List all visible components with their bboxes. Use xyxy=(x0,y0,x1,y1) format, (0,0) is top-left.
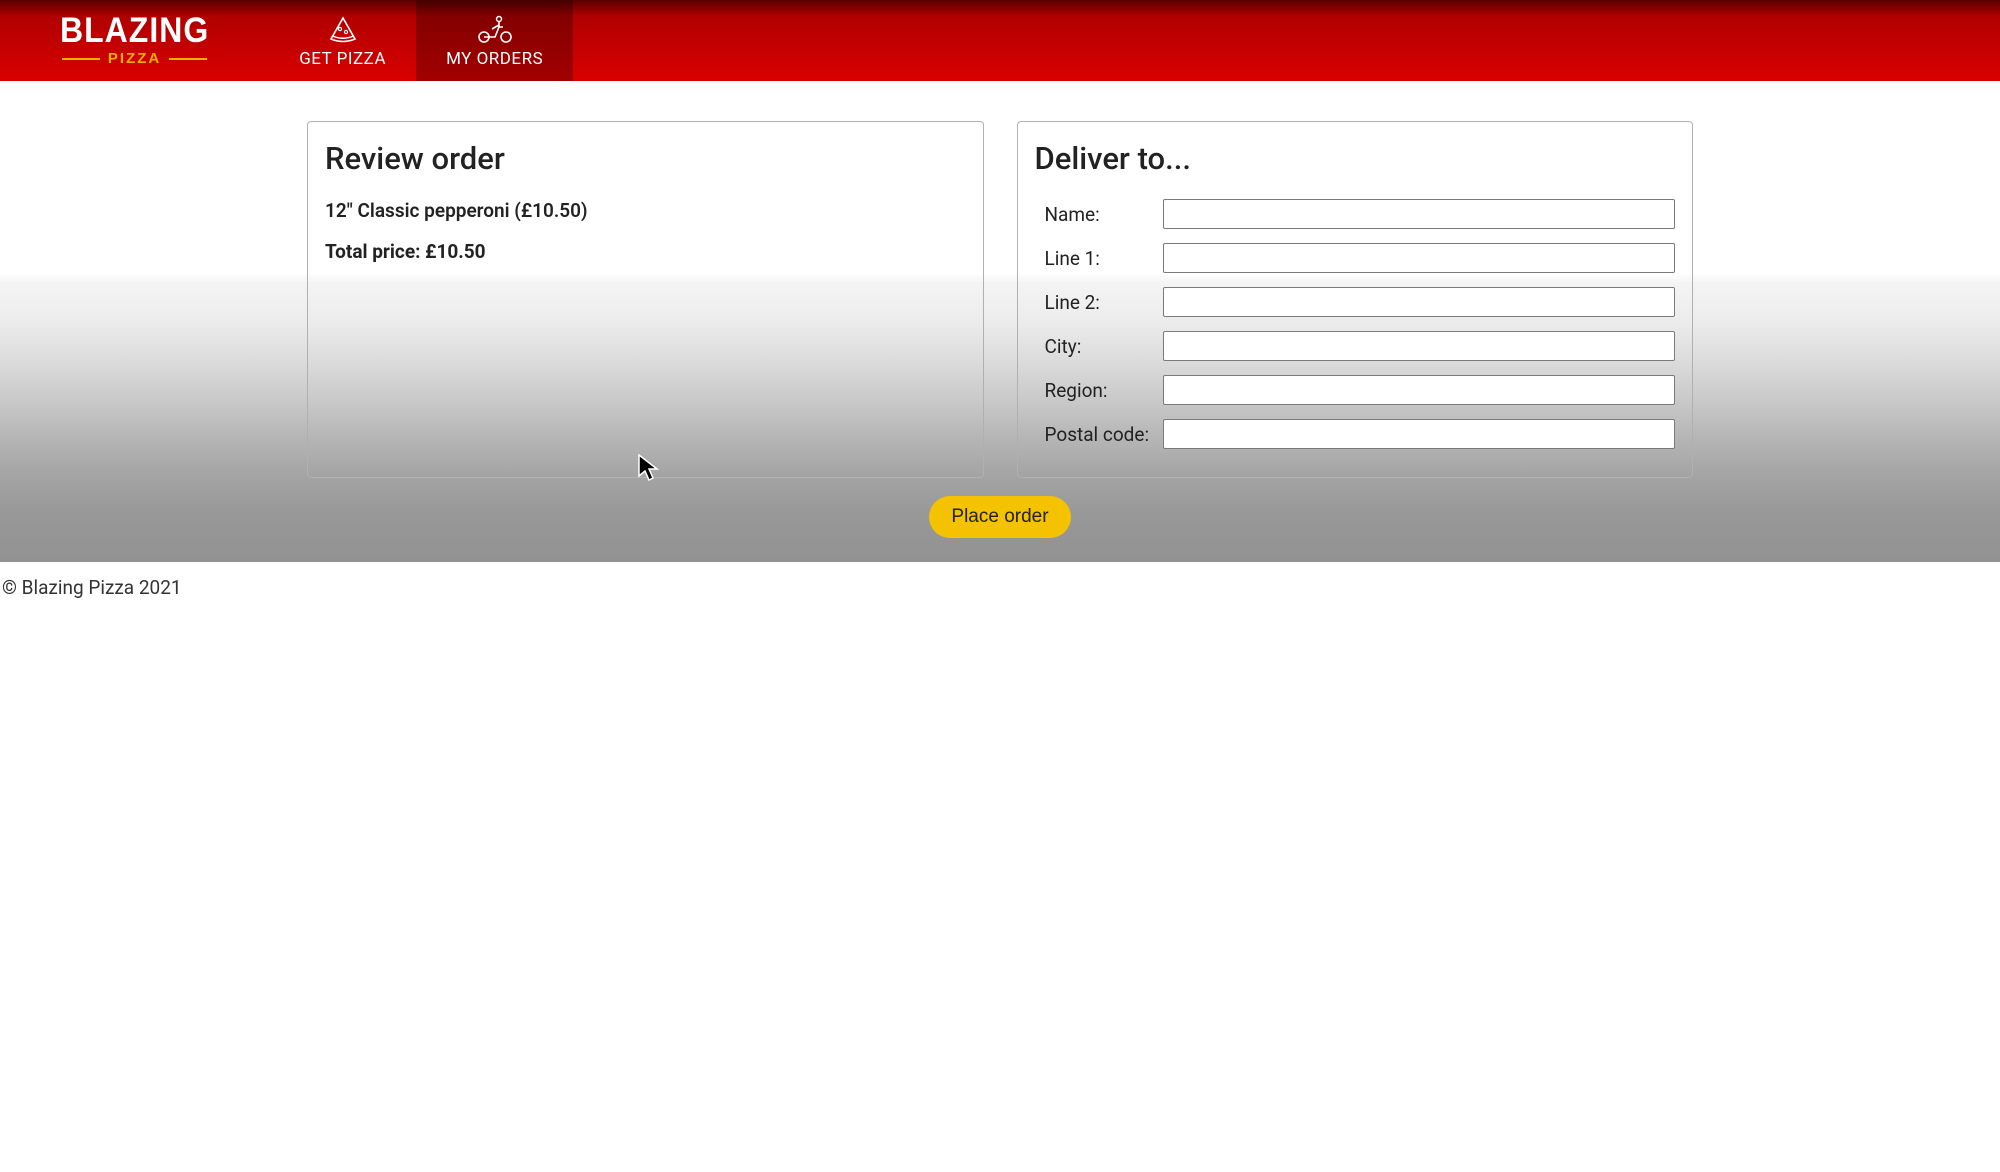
nav-label: GET PIZZA xyxy=(299,49,386,69)
total-value: £10.50 xyxy=(425,240,485,263)
input-city[interactable] xyxy=(1163,331,1676,361)
deliver-to-panel: Deliver to... Name: Line 1: Line 2: City… xyxy=(1017,121,1694,478)
review-title: Review order xyxy=(325,140,966,177)
logo-text-top: BLAZING xyxy=(60,12,209,47)
input-line2[interactable] xyxy=(1163,287,1676,317)
label-line2: Line 2: xyxy=(1035,291,1163,314)
pizza-slice-icon xyxy=(328,13,358,45)
form-row-line1: Line 1: xyxy=(1035,243,1676,273)
place-order-wrap: Place order xyxy=(24,496,1976,538)
form-row-name: Name: xyxy=(1035,199,1676,229)
input-line1[interactable] xyxy=(1163,243,1676,273)
input-region[interactable] xyxy=(1163,375,1676,405)
input-postal[interactable] xyxy=(1163,419,1676,449)
label-postal: Postal code: xyxy=(1035,423,1163,446)
checkout-content: Review order 12" Classic pepperoni (£10.… xyxy=(0,81,2000,562)
brand-logo[interactable]: BLAZING PIZZA xyxy=(50,14,219,67)
label-line1: Line 1: xyxy=(1035,247,1163,270)
label-region: Region: xyxy=(1035,379,1163,402)
label-city: City: xyxy=(1035,335,1163,358)
label-name: Name: xyxy=(1035,203,1163,226)
input-name[interactable] xyxy=(1163,199,1676,229)
logo-subtext: PIZZA xyxy=(108,50,161,67)
logo-decor-line-right xyxy=(169,58,207,60)
form-row-postal: Postal code: xyxy=(1035,419,1676,449)
footer-copyright: © Blazing Pizza 2021 xyxy=(0,562,2000,613)
scooter-icon xyxy=(475,13,515,45)
place-order-button[interactable]: Place order xyxy=(929,496,1070,538)
logo-decor-line-left xyxy=(62,58,100,60)
form-row-city: City: xyxy=(1035,331,1676,361)
deliver-title: Deliver to... xyxy=(1035,140,1676,177)
review-order-panel: Review order 12" Classic pepperoni (£10.… xyxy=(307,121,984,478)
nav-get-pizza[interactable]: GET PIZZA xyxy=(269,0,416,81)
panels-row: Review order 12" Classic pepperoni (£10.… xyxy=(307,121,1693,478)
logo-text-bottom: PIZZA xyxy=(62,50,207,67)
order-item: 12" Classic pepperoni (£10.50) xyxy=(325,199,966,222)
total-label: Total price: xyxy=(325,240,420,263)
form-row-region: Region: xyxy=(1035,375,1676,405)
order-total: Total price: £10.50 xyxy=(325,240,966,263)
top-nav: BLAZING PIZZA GET PIZZA xyxy=(0,0,2000,81)
nav-my-orders[interactable]: MY ORDERS xyxy=(416,0,573,81)
nav-label: MY ORDERS xyxy=(446,49,543,69)
form-row-line2: Line 2: xyxy=(1035,287,1676,317)
